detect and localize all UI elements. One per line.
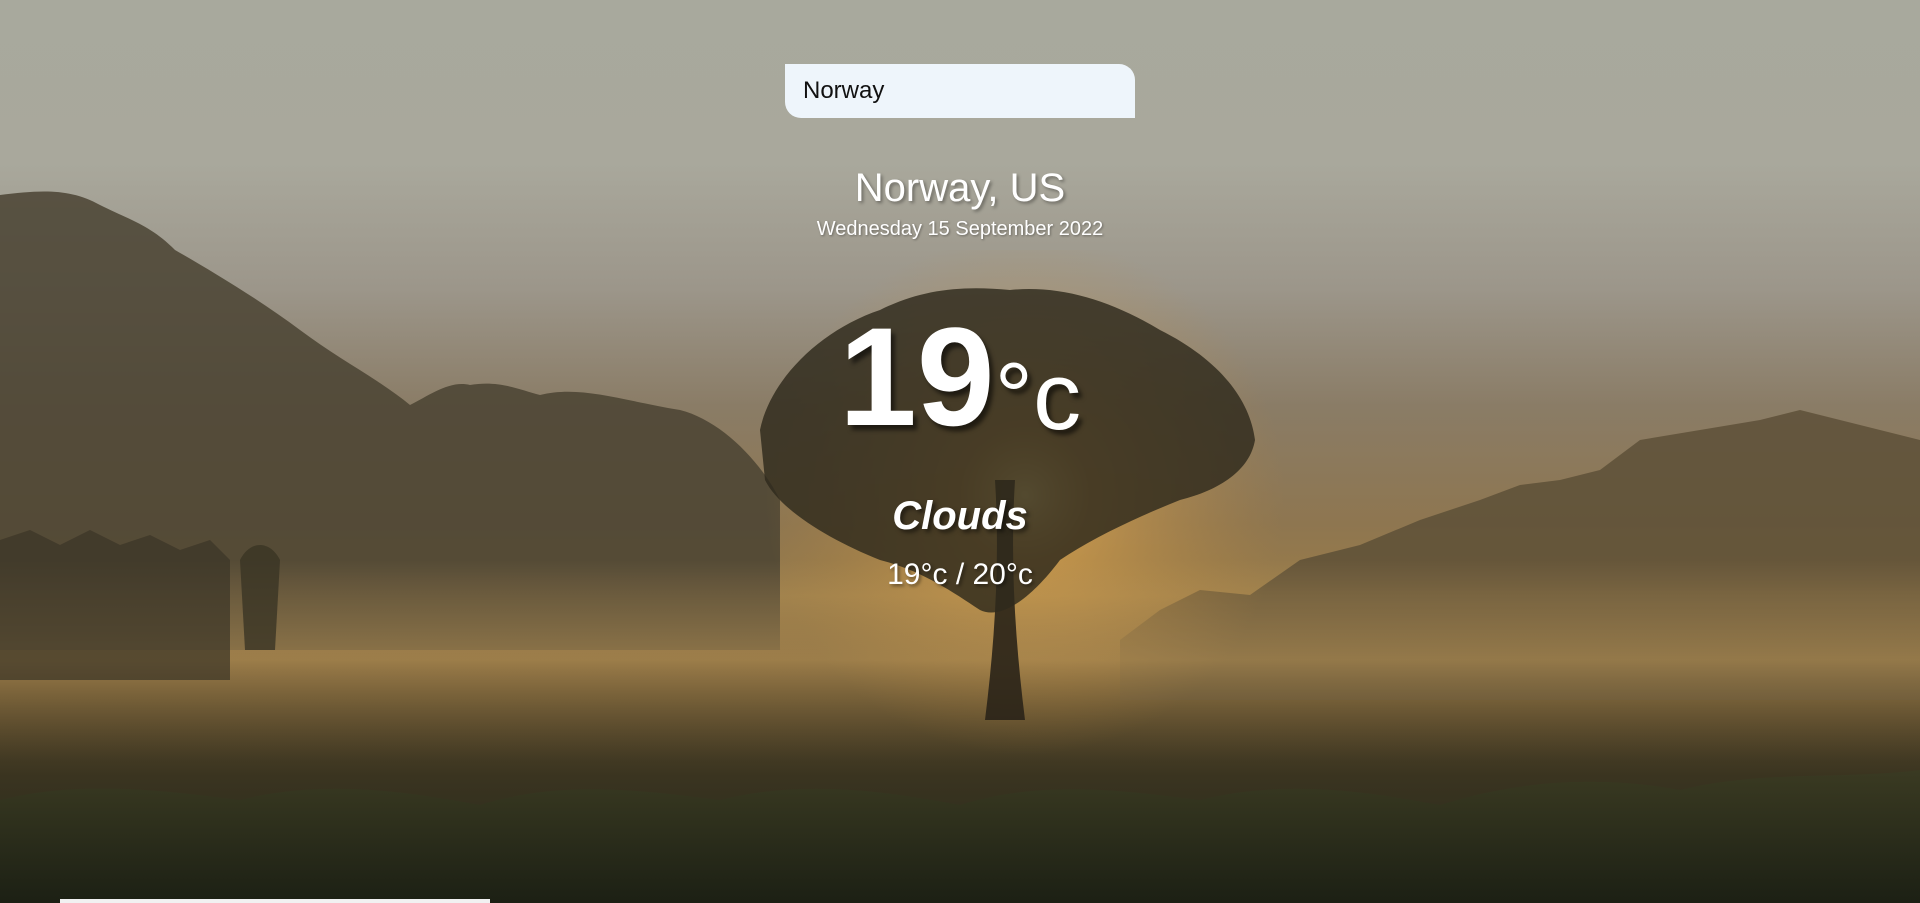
weather-app: Norway, US Wednesday 15 September 2022 1…: [0, 0, 1920, 903]
search-box[interactable]: [785, 64, 1135, 118]
current-date: Wednesday 15 September 2022: [816, 218, 1104, 240]
temperature-value: 19: [838, 298, 995, 455]
location-name: Norway, US: [854, 166, 1066, 210]
temperature-unit: °c: [994, 343, 1082, 450]
weather-condition: Clouds: [892, 494, 1028, 538]
horizontal-scrollbar[interactable]: [60, 899, 490, 903]
temperature-range: 19°c / 20°c: [887, 558, 1033, 591]
search-input[interactable]: [785, 64, 1135, 118]
temperature-display: 19°c: [0, 296, 1920, 458]
